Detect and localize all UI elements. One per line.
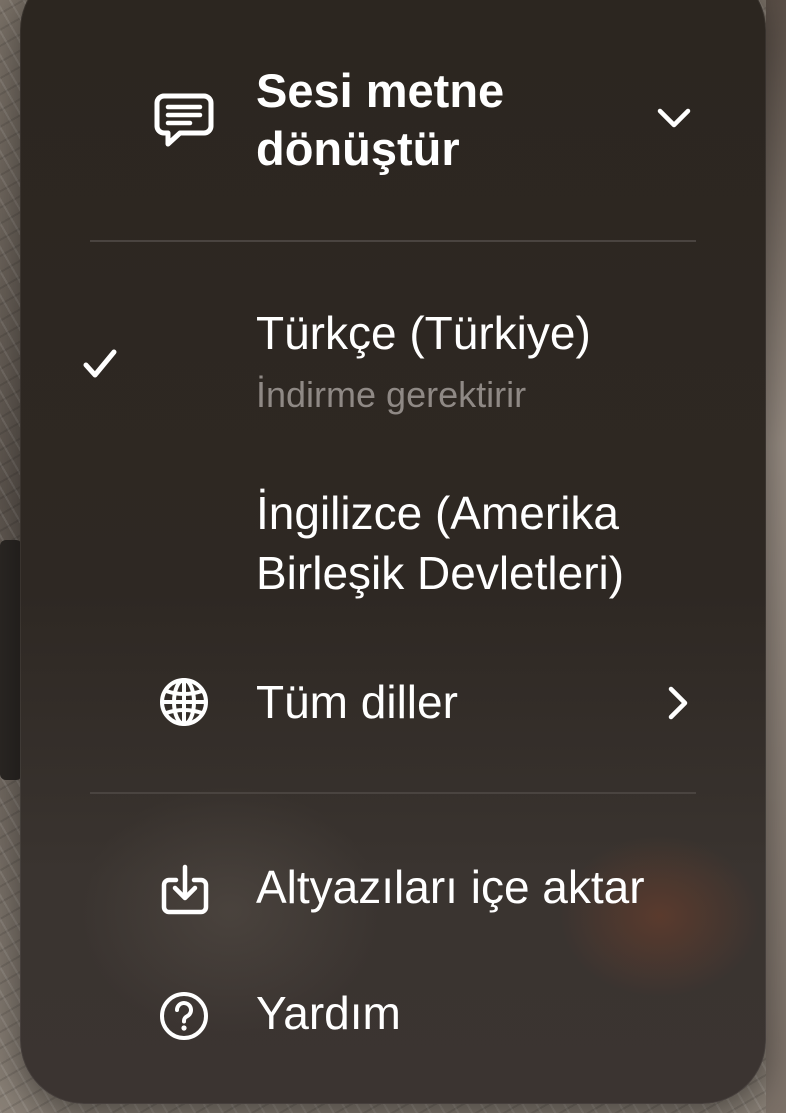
- divider: [90, 792, 696, 794]
- help-circle-icon: [160, 992, 208, 1040]
- chevron-down-icon[interactable]: [656, 106, 692, 130]
- header-title-line1: Sesi metne: [256, 64, 505, 117]
- globe-icon: [160, 678, 208, 726]
- help-item[interactable]: Yardım: [20, 984, 766, 1054]
- all-languages-label: Tüm diller: [256, 676, 458, 728]
- background-edge: [766, 0, 786, 1113]
- language-option-english[interactable]: İngilizce (Amerika Birleşik Devletleri): [20, 484, 766, 614]
- import-subtitles-label: Altyazıları içe aktar: [256, 861, 645, 913]
- language-option-label-line2: Birleşik Devletleri): [256, 547, 625, 599]
- chevron-right-icon: [668, 686, 688, 720]
- header-title-line2: dönüştür: [256, 122, 460, 175]
- help-label: Yardım: [256, 987, 401, 1039]
- transcribe-menu: Sesi metne dönüştür Türkçe (Türkiye) İnd…: [20, 0, 766, 1104]
- transcript-bubble-icon: [154, 93, 214, 147]
- import-subtitles-item[interactable]: Altyazıları içe aktar: [20, 858, 766, 928]
- language-option-subtitle: İndirme gerektirir: [256, 374, 527, 415]
- divider: [90, 240, 696, 242]
- language-option-label: Türkçe (Türkiye): [256, 307, 591, 359]
- checkmark-icon: [83, 349, 117, 378]
- background-detail: [0, 540, 22, 780]
- all-languages-item[interactable]: Tüm diller: [20, 668, 766, 738]
- import-icon: [161, 864, 209, 915]
- language-option-turkish[interactable]: Türkçe (Türkiye) İndirme gerektirir: [20, 304, 766, 424]
- language-option-label-line1: İngilizce (Amerika: [256, 487, 619, 539]
- transcribe-header[interactable]: Sesi metne dönüştür: [20, 62, 766, 182]
